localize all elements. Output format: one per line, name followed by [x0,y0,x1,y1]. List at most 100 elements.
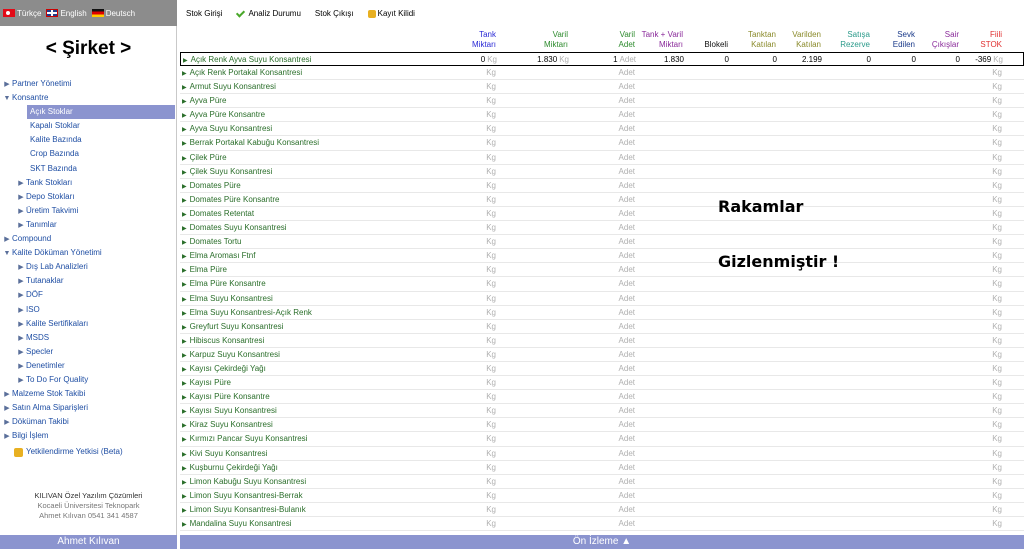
product-name[interactable]: ▶ Kırmızı Pancar Suyu Konsantresi [182,432,307,447]
sidebar-item[interactable]: ▶ Partner Yönetimi [0,77,177,91]
column-header[interactable]: Tank Miktarı [436,28,496,52]
table-row[interactable]: ▶ Kayısı Çekirdeği Yağı Kg Adet Kg [180,362,1024,377]
product-name[interactable]: ▶ Limon Suyu Konsantresi-Bulanık [182,503,306,518]
product-name[interactable]: ▶ Elma Suyu Konsantresi [182,292,273,307]
column-header[interactable]: Blokeli [688,28,728,52]
record-lock-button[interactable]: Kayıt Kilidi [367,9,415,18]
product-name[interactable]: ▶ Elma Suyu Konsantresi-Açık Renk [182,306,312,321]
column-header[interactable]: Fiili STOK [962,28,1002,52]
table-row[interactable]: ▶ Domates Suyu Konsantresi Kg Adet Kg [180,221,1024,236]
column-header[interactable]: Satışa Rezerve [826,28,870,52]
product-name[interactable]: ▶ Domates Tortu [182,235,242,250]
stock-in-button[interactable]: Stok Girişi [186,9,222,18]
sidebar-item[interactable]: ▼ Kalite Döküman Yönetimi [0,246,177,260]
table-row[interactable]: ▶ Kayısı Püre Kg Adet Kg [180,376,1024,391]
table-row[interactable]: ▶ Domates Püre Konsantre Kg Adet Kg [180,193,1024,207]
preview-toggle[interactable]: Ön İzleme ▲ [180,535,1024,549]
column-header[interactable]: Sevk Edilen [875,28,915,52]
sidebar-item[interactable]: ▶ Bilgi İşlem [0,429,177,443]
sidebar-item[interactable]: ▶ Döküman Takibi [0,415,177,429]
table-row[interactable]: ▶ Limon Suyu Konsantresi-Bulanık Kg Adet Kg [180,503,1024,517]
product-name[interactable]: ▶ Kivi Suyu Konsantresi [182,447,267,462]
product-name[interactable]: ▶ Domates Püre Konsantre [182,193,279,208]
product-name[interactable]: ▶ Kuşburnu Çekirdeği Yağı [182,461,278,476]
table-row[interactable]: ▶ Elma Suyu Konsantresi Kg Adet Kg [180,292,1024,306]
table-row[interactable]: ▶ Limon Kabuğu Suyu Konsantresi Kg Adet Kg [180,475,1024,489]
sidebar-item[interactable]: ▶ ISO [0,303,177,317]
sidebar-item[interactable]: ▶ Dış Lab Analizleri [0,260,177,274]
table-row[interactable]: ▶ Açık Renk Portakal Konsantresi Kg Adet Kg [180,66,1024,81]
product-name[interactable]: ▶ Ayva Püre [182,94,226,109]
table-row[interactable]: ▶ Greyfurt Suyu Konsantresi Kg Adet Kg [180,320,1024,334]
product-name[interactable]: ▶ Ayva Suyu Konsantresi [182,122,272,137]
table-row[interactable]: ▶ Domates Retentat Kg Adet Kg [180,207,1024,222]
sidebar-item[interactable]: ▶ To Do For Quality [0,373,177,387]
table-row[interactable]: ▶ Kırmızı Pancar Suyu Konsantresi Kg Adet Kg [180,432,1024,447]
table-row[interactable]: ▶ Kuşburnu Çekirdeği Yağı Kg Adet Kg [180,461,1024,475]
sidebar-item[interactable]: Yetkilendirme Yetkisi (Beta) [0,443,177,461]
product-name[interactable]: ▶ Armut Suyu Konsantresi [182,80,276,95]
product-name[interactable]: ▶ Çilek Püre [182,151,227,166]
table-row[interactable]: ▶ Mandalina Suyu Konsantresi Kg Adet Kg [180,517,1024,532]
table-row[interactable]: ▶ Ayva Püre Kg Adet Kg [180,94,1024,109]
table-row[interactable]: ▶ Çilek Püre Kg Adet Kg [180,151,1024,165]
sidebar-item[interactable]: ▶ MSDS [0,331,177,345]
language-gb[interactable]: English [46,9,87,18]
product-name[interactable]: ▶ Elma Aroması Ftnf [182,249,255,264]
table-row[interactable]: ▶ Elma Püre Kg Adet Kg [180,263,1024,278]
product-name[interactable]: ▶ Kayısı Suyu Konsantresi [182,404,277,419]
sidebar-item[interactable]: ▶ Tank Stokları [0,176,177,190]
table-row[interactable]: ▶ Elma Aroması Ftnf Kg Adet Kg [180,249,1024,264]
analysis-button[interactable]: Analiz Durumu [236,9,300,18]
table-row[interactable]: ▶ Limon Suyu Konsantresi-Berrak Kg Adet Kg [180,489,1024,503]
column-header[interactable]: Varilden Katılan [777,28,821,52]
product-name[interactable]: ▶ Greyfurt Suyu Konsantresi [182,320,283,335]
language-de[interactable]: Deutsch [91,9,135,18]
table-row[interactable]: ▶ Çilek Suyu Konsantresi Kg Adet Kg [180,165,1024,179]
column-header[interactable]: Tank + Varil Miktarı [633,28,683,52]
column-header[interactable]: Tanktan Katılan [736,28,776,52]
product-name[interactable]: ▶ Çilek Suyu Konsantresi [182,165,272,180]
sidebar-item[interactable]: Kapalı Stoklar [0,119,177,133]
language-tr[interactable]: Türkçe [3,9,41,18]
product-name[interactable]: ▶ Domates Retentat [182,207,254,222]
product-name[interactable]: ▶ Karpuz Suyu Konsantresi [182,348,280,363]
table-row[interactable]: ▶ Elma Püre Konsantre Kg Adet Kg [180,277,1024,292]
product-name[interactable]: ▶ Kayısı Püre Konsantre [182,390,270,405]
table-row[interactable]: ▶ Ayva Püre Konsantre Kg Adet Kg [180,108,1024,123]
product-name[interactable]: ▶ Domates Suyu Konsantresi [182,221,287,236]
product-name[interactable]: ▶ Berrak Portakal Kabuğu Konsantresi [182,136,319,151]
product-name[interactable]: ▶ Açık Renk Portakal Konsantresi [182,66,302,81]
table-row[interactable]: ▶ Elma Suyu Konsantresi-Açık Renk Kg Adet Kg [180,306,1024,320]
product-name[interactable]: ▶ Ayva Püre Konsantre [182,108,265,123]
table-row[interactable]: ▶ Hibiscus Konsantresi Kg Adet Kg [180,334,1024,348]
sidebar-item[interactable]: ▶ Denetimler [0,359,177,373]
column-header[interactable]: Sair Çıkışlar [919,28,959,52]
product-name[interactable]: ▶ Limon Suyu Konsantresi-Berrak [182,489,303,504]
product-name[interactable]: ▶ Kayısı Çekirdeği Yağı [182,362,266,377]
table-row[interactable]: ▶ Ayva Suyu Konsantresi Kg Adet Kg [180,122,1024,137]
product-name[interactable]: ▶ Kiraz Suyu Konsantresi [182,418,273,433]
sidebar-item[interactable]: SKT Bazında [0,162,177,176]
product-name[interactable]: ▶ Kayısı Püre [182,376,231,391]
product-name[interactable]: ▶ Hibiscus Konsantresi [182,334,264,349]
sidebar-item[interactable]: Açık Stoklar [27,105,175,120]
sidebar-item[interactable]: ▶ Üretim Takvimi [0,204,177,218]
sidebar-item[interactable]: ▶ Satın Alma Siparişleri [0,401,177,415]
column-header[interactable]: Varil Miktarı [508,28,568,52]
table-row[interactable]: ▶ Açık Renk Ayva Suyu Konsantresi 0 Kg 1.830… [180,52,1024,66]
table-row[interactable]: ▶ Kayısı Püre Konsantre Kg Adet Kg [180,390,1024,405]
table-row[interactable]: ▶ Armut Suyu Konsantresi Kg Adet Kg [180,80,1024,95]
sidebar-item[interactable]: ▶ Specler [0,345,177,359]
product-name[interactable]: ▶ Domates Püre [182,179,241,194]
table-row[interactable]: ▶ Kayısı Suyu Konsantresi Kg Adet Kg [180,404,1024,419]
column-header[interactable]: Varil Adet [585,28,635,52]
sidebar-item[interactable]: ▶ Compound [0,232,177,246]
table-row[interactable]: ▶ Domates Püre Kg Adet Kg [180,179,1024,193]
sidebar-item[interactable]: Crop Bazında [0,147,177,161]
product-name[interactable]: ▶ Mandalina Suyu Konsantresi [182,517,291,532]
table-row[interactable]: ▶ Kivi Suyu Konsantresi Kg Adet Kg [180,447,1024,461]
sidebar-item[interactable]: ▶ Tanımlar [0,218,177,232]
table-row[interactable]: ▶ Karpuz Suyu Konsantresi Kg Adet Kg [180,348,1024,362]
table-row[interactable]: ▶ Kiraz Suyu Konsantresi Kg Adet Kg [180,418,1024,433]
